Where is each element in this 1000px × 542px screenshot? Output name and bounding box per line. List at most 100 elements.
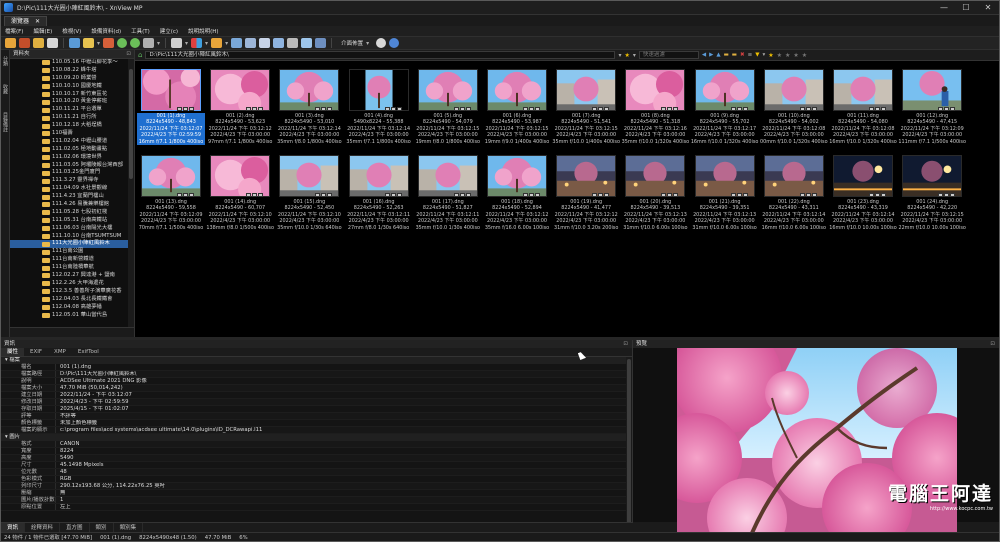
help-icon[interactable] (389, 38, 400, 48)
tab-properties[interactable]: 屬性 (1, 348, 25, 356)
folder-tree-item[interactable]: ▶ 112.04.03 長北長鐵鐵會 (10, 296, 128, 304)
tab-exif[interactable]: EXIF (24, 348, 48, 356)
expand-arrow-icon[interactable]: ▶ (10, 240, 45, 248)
panel-options-icon[interactable]: ⊡ (623, 340, 628, 348)
copy-icon[interactable] (47, 38, 58, 48)
folder-tree-item[interactable]: ▶ 111.02.05 極地動畫點 (10, 146, 128, 154)
expand-arrow-icon[interactable]: ▶ (10, 248, 45, 256)
expand-arrow-icon[interactable]: ▶ (10, 209, 45, 217)
thumbnail-item[interactable]: 001 (6).dng 8224x5490 - 53,987 2022/11/24 … (483, 67, 551, 151)
folder-tree-item[interactable]: ▶ 112.2.26 大甲海邊花 (10, 280, 128, 288)
print-icon[interactable] (287, 38, 299, 48)
thumbnail-item[interactable]: 001 (15).dng 8224x5490 - 52,450 2022/11/24… (275, 153, 343, 237)
expand-arrow-icon[interactable]: ▶ (10, 225, 45, 233)
expand-arrow-icon[interactable]: ▶ (10, 280, 45, 288)
scrollbar-thumb[interactable] (627, 359, 631, 529)
folder-tree-item[interactable]: ▶ 111.4.23 宜蘭門樓山 (10, 193, 128, 201)
browse-icon[interactable] (19, 38, 30, 48)
menu-device[interactable]: 設備資料(d) (91, 27, 121, 35)
chevron-down-icon[interactable]: ▾ (185, 40, 188, 47)
adjust-icon[interactable] (231, 38, 243, 48)
folder-tree-item[interactable]: ▶ 112.05.01 華山當代島 (10, 312, 128, 320)
settings-icon[interactable] (376, 38, 387, 48)
expand-arrow-icon[interactable]: ▶ (10, 256, 45, 264)
properties-section-header[interactable]: ▾ 圖片 (1, 434, 626, 441)
thumbnail-item[interactable]: 001 (1).dng 8224x5490 - 48,843 2022/11/24 … (137, 67, 205, 151)
expand-arrow-icon[interactable]: ▶ (10, 98, 45, 106)
expand-arrow-icon[interactable]: ▶ (10, 193, 45, 201)
folder-tree-item[interactable]: ▶ 111.02.04 中壢山腰道 (10, 138, 128, 146)
thumbnail-item[interactable]: 001 (13).dng 8224x5490 - 59,558 2022/11/24… (137, 153, 205, 237)
panel-options-icon[interactable]: ⊡ (126, 50, 131, 59)
close-button[interactable]: ✕ (977, 3, 999, 12)
folder-tree-item[interactable]: ▶ 110.05.16 中壢山腳花季～ (10, 59, 128, 67)
folder-tree-item[interactable]: ▶ 111台南陸橋華航 (10, 264, 128, 272)
delete-icon[interactable]: ✖ (740, 52, 745, 58)
menu-tools[interactable]: 工具(T) (131, 27, 150, 35)
filter-icon[interactable]: ▼ (755, 52, 759, 58)
chevron-down-icon[interactable]: ▾ (97, 40, 100, 47)
expand-arrow-icon[interactable]: ▶ (10, 122, 45, 130)
layout-dropdown[interactable]: 介面佈置 (341, 39, 363, 47)
tab-exiftool[interactable]: ExifTool (72, 348, 105, 356)
rating-star-icon[interactable]: ★ (768, 52, 773, 59)
folder-tree-item[interactable]: ▶ 111.05.28 七股初紅棧 (10, 209, 128, 217)
home-icon[interactable]: ⌂ (138, 51, 142, 59)
expand-arrow-icon[interactable]: ▶ (10, 185, 45, 193)
thumbnail-item[interactable]: 001 (11).dng 8224x5490 - 54,080 2022/11/24… (829, 67, 897, 151)
folder-tree-item[interactable]: ▶ 111.02.06 環境世界 (10, 154, 128, 162)
open-icon[interactable] (5, 38, 16, 48)
expand-arrow-icon[interactable]: ▶ (10, 91, 45, 99)
rating-star-icon[interactable]: ★ (793, 52, 798, 59)
menu-file[interactable]: 檔案(F) (5, 27, 23, 35)
favorite-star-icon[interactable]: ★ (624, 52, 629, 59)
batch-icon[interactable] (315, 38, 327, 48)
chevron-down-icon[interactable]: ▾ (157, 40, 160, 47)
expand-arrow-icon[interactable]: ▶ (10, 312, 45, 320)
sort-icon[interactable] (211, 38, 223, 48)
vtab-favorites[interactable]: 收藏 (2, 84, 9, 106)
up-icon[interactable]: ▲ (716, 52, 720, 58)
expand-arrow-icon[interactable]: ▶ (10, 233, 45, 241)
folder-tree-item[interactable]: ▶ 110.12.18 大稻埕橋 (10, 122, 128, 130)
folder-tree-item[interactable]: ▶ 112.02.27 興達港 + 鹽南 (10, 272, 128, 280)
expand-arrow-icon[interactable]: ▶ (10, 162, 45, 170)
expand-arrow-icon[interactable]: ▶ (10, 83, 45, 91)
back-icon[interactable]: ◀ (702, 52, 706, 58)
thumbnail-item[interactable]: 001 (21).dng 8224x5490 - 39,351 2022/11/24… (691, 153, 759, 237)
folder-tree-item[interactable]: ▶ 110.09.20 師業營 (10, 75, 128, 83)
thumbnail-item[interactable]: 001 (20).dng 8224x5490 - 39,513 2022/11/24… (621, 153, 689, 237)
expand-arrow-icon[interactable]: ▶ (10, 114, 45, 122)
tab-metadata[interactable]: 詮釋資料 (25, 523, 61, 532)
expand-arrow-icon[interactable]: ▶ (10, 201, 45, 209)
tab-category-sets[interactable]: 類別集 (114, 523, 144, 532)
folder-tree-item[interactable]: ▶ 112.04.08 高雄夢幡 (10, 304, 128, 312)
expand-arrow-icon[interactable]: ▶ (10, 146, 45, 154)
folder-tree-item[interactable]: ▶ 111.4.26 易騰兼樂樓館 (10, 201, 128, 209)
folder-tree-item[interactable]: ▶ 112.3.5 善善所子演華廣花香 (10, 288, 128, 296)
scrollbar-thumb[interactable] (129, 69, 133, 179)
thumbnail-item[interactable]: 001 (7).dng 8224x5490 - 51,541 2022/11/24 … (552, 67, 620, 151)
compare-icon[interactable] (245, 38, 257, 48)
properties-section-header[interactable]: ▾ 檔案 (1, 357, 626, 364)
view-list-icon[interactable]: ≡ (748, 52, 753, 58)
expand-arrow-icon[interactable]: ▶ (10, 138, 45, 146)
expand-arrow-icon[interactable]: ▶ (10, 272, 45, 280)
thumbnail-item[interactable]: 001 (3).dng 8224x5490 - 53,010 2022/11/24 … (275, 67, 343, 151)
thumbnail-item[interactable]: 001 (18).dng 8224x5490 - 52,894 2022/11/24… (483, 153, 551, 237)
folder-tree-item[interactable]: ▶ 111.06.03 台南陽光大樓 (10, 225, 128, 233)
rating-star-icon[interactable]: ★ (802, 52, 807, 59)
chevron-down-icon[interactable]: ▾ (366, 40, 369, 47)
folder-tree-hscrollbar[interactable] (10, 327, 134, 337)
thumbnail-item[interactable]: 001 (23).dng 8224x5490 - 43,319 2022/11/24… (829, 153, 897, 237)
maximize-button[interactable]: ☐ (955, 3, 977, 12)
vtab-catalog[interactable]: 目錄備註 (2, 112, 9, 134)
find-icon[interactable] (259, 38, 271, 48)
rating-star-icon[interactable]: ★ (777, 52, 782, 59)
panel-options-icon[interactable]: ⊡ (990, 340, 995, 348)
path-input[interactable]: D:\Pic\111大光圈小陣紅風鈴木\ (145, 51, 616, 59)
folder-tree-scrollbar[interactable] (128, 59, 134, 327)
chevron-down-icon[interactable]: ▾ (225, 40, 228, 47)
thumbnail-item[interactable]: 001 (4).dng 5490x8224 - 55,388 2022/11/24 … (345, 67, 413, 151)
expand-arrow-icon[interactable]: ▶ (10, 169, 45, 177)
